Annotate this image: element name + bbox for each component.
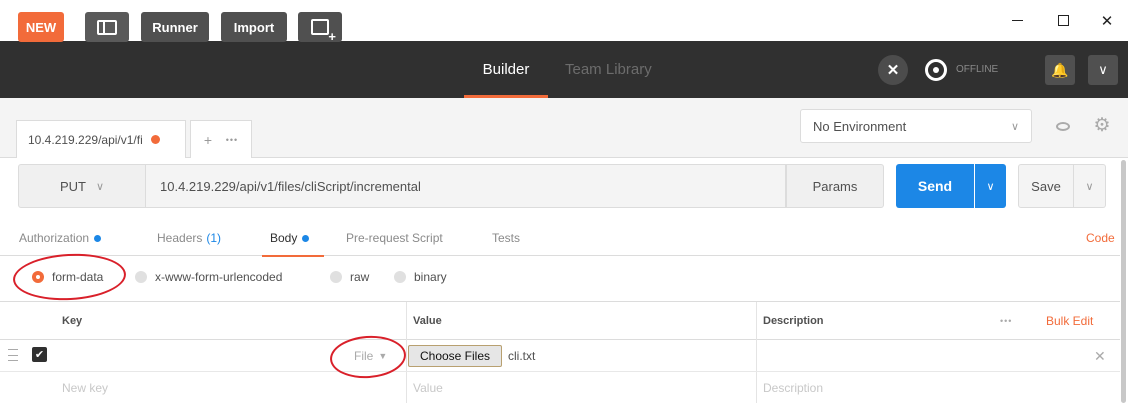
radio-form-data[interactable]: form-data	[32, 262, 103, 292]
new-description-input[interactable]: Description	[763, 373, 823, 403]
key-type-select[interactable]: File ▼	[354, 340, 387, 372]
chevron-down-icon: ∨	[1010, 120, 1019, 133]
radio-selected-icon	[32, 271, 44, 283]
scrollbar-thumb[interactable]	[1121, 160, 1126, 403]
tab-pre-request-script[interactable]: Pre-request Script	[346, 220, 443, 256]
radio-icon	[135, 271, 147, 283]
row-enabled-checkbox[interactable]: ✔	[32, 347, 47, 362]
selected-file-name: cli.txt	[508, 349, 536, 363]
environment-value: No Environment	[813, 118, 907, 134]
notifications-button[interactable]: 🔔	[1045, 55, 1075, 85]
indicator-dot-icon	[302, 234, 310, 242]
key-type-value: File	[354, 349, 374, 363]
tab-label: Authorization	[19, 231, 90, 245]
chevron-down-icon: ∨	[95, 180, 105, 193]
new-button[interactable]: NEW	[18, 12, 64, 42]
bell-icon: 🔔	[1051, 61, 1069, 78]
table-header	[0, 302, 1120, 340]
params-button[interactable]: Params	[786, 164, 884, 208]
toggle-sidebar-button[interactable]	[85, 12, 129, 42]
drag-handle-icon[interactable]	[8, 349, 18, 361]
tab-authorization[interactable]: Authorization	[19, 220, 102, 256]
chevron-down-icon: ∨	[986, 180, 995, 193]
tab-headers[interactable]: Headers (1)	[157, 220, 221, 256]
maximize-icon	[1057, 15, 1069, 26]
radio-raw[interactable]: raw	[330, 262, 369, 292]
caret-down-icon: ▼	[378, 351, 388, 361]
tab-builder[interactable]: Builder	[464, 41, 548, 98]
radio-icon	[394, 271, 406, 283]
radio-label: x-www-form-urlencoded	[155, 270, 283, 284]
menu-button[interactable]: ∨	[1088, 55, 1118, 85]
indicator-dot-icon	[94, 234, 102, 242]
chevron-down-icon: ∨	[1085, 180, 1094, 193]
tab-body[interactable]: Body	[261, 220, 325, 257]
unsaved-dot-icon	[150, 135, 160, 144]
send-options-button[interactable]: ∨	[975, 164, 1006, 208]
send-button[interactable]: Send	[896, 164, 974, 208]
radio-urlencoded[interactable]: x-www-form-urlencoded	[135, 262, 282, 292]
method-select[interactable]: PUT ∨	[18, 164, 146, 208]
table-row	[0, 340, 1120, 372]
save-button[interactable]: Save	[1018, 164, 1074, 208]
delete-row-button[interactable]: ✕	[1094, 340, 1106, 372]
maximize-button[interactable]	[1040, 0, 1086, 41]
table-row-new	[0, 372, 1120, 403]
new-window-button[interactable]	[298, 12, 342, 43]
code-link[interactable]: Code	[1086, 220, 1115, 256]
tab-tests[interactable]: Tests	[492, 220, 520, 256]
minimize-button[interactable]	[994, 0, 1040, 41]
sync-status-label: OFFLINE	[956, 64, 999, 75]
radio-label: binary	[414, 270, 447, 284]
chevron-down-icon: ∨	[1098, 62, 1108, 77]
sync-icon[interactable]	[921, 55, 951, 85]
column-header-description: Description	[763, 315, 824, 327]
radio-binary[interactable]: binary	[394, 262, 447, 292]
checkmark-icon: ✔	[34, 349, 45, 361]
new-key-input[interactable]: New key	[62, 373, 108, 403]
tab-actions: + •••	[190, 120, 252, 158]
runner-button[interactable]: Runner	[141, 12, 209, 42]
radio-label: form-data	[52, 270, 104, 284]
import-button[interactable]: Import	[221, 12, 287, 42]
column-options-button[interactable]: •••	[1000, 302, 1012, 340]
radio-label: raw	[350, 270, 370, 284]
column-header-value: Value	[413, 315, 442, 327]
add-tab-button[interactable]: +	[204, 132, 212, 148]
minimize-icon	[1011, 20, 1023, 21]
request-tab-title: 10.4.219.229/api/v1/fi	[28, 132, 143, 147]
column-header-key: Key	[62, 315, 83, 327]
url-input[interactable]: 10.4.219.229/api/v1/files/cliScript/incr…	[146, 164, 786, 208]
headers-count: (1)	[206, 231, 222, 245]
choose-files-button[interactable]: Choose Files	[408, 345, 502, 367]
close-window-button[interactable]: ✕	[1084, 0, 1128, 41]
bulk-edit-link[interactable]: Bulk Edit	[1046, 302, 1093, 340]
interceptor-icon[interactable]: ✕	[878, 55, 908, 85]
sidebar-toggle-icon	[97, 19, 117, 35]
request-tab[interactable]: 10.4.219.229/api/v1/fi	[16, 120, 186, 158]
more-tabs-button[interactable]: •••	[226, 135, 238, 145]
tab-label: Body	[270, 231, 298, 245]
new-value-input[interactable]: Value	[413, 373, 443, 403]
environment-select[interactable]: No Environment ∨	[800, 109, 1032, 143]
radio-icon	[330, 271, 342, 283]
gear-icon[interactable]: ⚙	[1089, 112, 1115, 138]
save-options-button[interactable]: ∨	[1074, 164, 1106, 208]
tab-label: Headers	[157, 231, 203, 245]
tab-team-library[interactable]: Team Library	[565, 41, 652, 98]
new-window-icon	[311, 19, 336, 43]
method-value: PUT	[59, 178, 86, 194]
eye-icon[interactable]	[1052, 115, 1074, 137]
